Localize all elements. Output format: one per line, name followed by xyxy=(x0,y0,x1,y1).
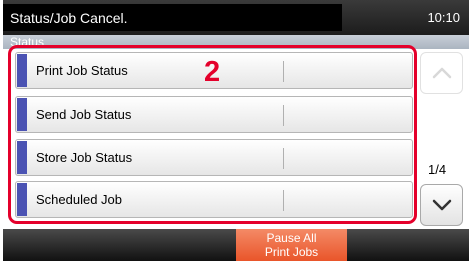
clock: 10:10 xyxy=(427,10,460,25)
page-indicator: 1/4 xyxy=(428,162,447,177)
store-job-status-button[interactable]: Store Job Status xyxy=(15,139,413,176)
send-job-status-button[interactable]: Send Job Status xyxy=(15,96,413,133)
pause-label-line1: Pause All xyxy=(266,231,317,245)
row-label: Print Job Status xyxy=(36,63,128,78)
pause-all-print-jobs-button[interactable]: Pause All Print Jobs xyxy=(236,229,347,261)
chevron-up-icon xyxy=(432,67,452,79)
row-divider xyxy=(283,148,284,169)
row-marker xyxy=(17,98,27,131)
title-area: Status/Job Cancel. xyxy=(3,4,342,31)
row-divider xyxy=(283,190,284,211)
row-marker xyxy=(17,141,27,174)
scroll-up-button[interactable] xyxy=(420,52,463,94)
row-divider xyxy=(283,61,284,82)
row-label: Send Job Status xyxy=(36,107,132,122)
scroll-down-button[interactable] xyxy=(420,184,463,226)
chevron-down-icon xyxy=(432,199,452,211)
screen: Status/Job Cancel. 10:10 Status Print Jo… xyxy=(0,0,469,261)
title-bar: Status/Job Cancel. 10:10 xyxy=(3,0,469,35)
pause-label-line2: Print Jobs xyxy=(264,245,319,259)
step-callout: 2 xyxy=(204,56,221,88)
scheduled-job-button[interactable]: Scheduled Job xyxy=(15,181,413,218)
screen-title: Status/Job Cancel. xyxy=(10,10,128,26)
row-divider xyxy=(283,105,284,126)
row-label: Store Job Status xyxy=(36,150,133,165)
row-marker xyxy=(17,54,27,87)
row-marker xyxy=(17,183,27,216)
row-label: Scheduled Job xyxy=(36,192,123,207)
